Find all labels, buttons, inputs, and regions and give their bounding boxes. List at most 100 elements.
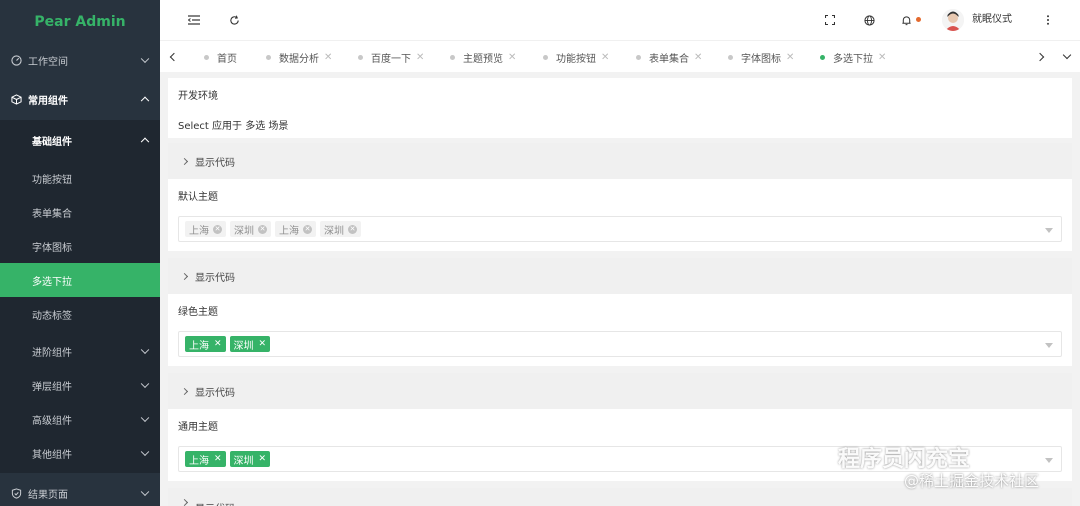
chevron-right-icon: [180, 498, 189, 506]
tab-icons[interactable]: 字体图标 ✕: [728, 41, 794, 73]
chevron-right-icon: [180, 157, 189, 165]
selected-tag: 上海 ✕: [185, 336, 226, 352]
notification-badge: [916, 17, 921, 22]
show-code-toggle[interactable]: 显示代码: [168, 373, 1072, 409]
sidebar-item-forms[interactable]: 表单集合: [0, 196, 160, 228]
dropdown-caret-icon: [1045, 458, 1053, 463]
tab-forms[interactable]: 表单集合 ✕: [636, 41, 702, 73]
default-theme-title: 默认主题: [178, 192, 218, 203]
sidebar-item-label: 表单集合: [32, 208, 72, 220]
fullscreen-button[interactable]: [818, 0, 842, 40]
sidebar-item-label: 其他组件: [32, 449, 72, 461]
chevron-down-icon: [1062, 50, 1072, 60]
sidebar-item-workspace[interactable]: 工作空间: [0, 44, 160, 76]
tag-label: 深圳: [233, 340, 254, 352]
menu-fold-icon: [188, 15, 200, 25]
language-button[interactable]: [857, 0, 881, 40]
chevron-down-icon: [140, 345, 150, 355]
tab-dot: [728, 54, 733, 60]
sidebar-item-other[interactable]: 其他组件: [0, 436, 160, 470]
tab-label: 字体图标: [741, 53, 781, 65]
close-icon[interactable]: ✕: [259, 454, 267, 464]
sidebar-item-label: 功能按钮: [32, 174, 72, 186]
tab-scroll-right-button[interactable]: [1030, 41, 1050, 73]
show-code-label: 显示代码: [195, 272, 235, 284]
bell-icon: [901, 15, 911, 25]
close-icon[interactable]: ✕: [786, 52, 794, 63]
close-icon[interactable]: ✕: [258, 224, 267, 234]
fullscreen-icon: [825, 15, 835, 25]
refresh-button[interactable]: [222, 0, 246, 40]
close-icon[interactable]: ✕: [601, 52, 609, 63]
tab-options-button[interactable]: [1057, 41, 1077, 73]
sidebar-item-buttons[interactable]: 功能按钮: [0, 162, 160, 194]
close-icon[interactable]: ✕: [416, 52, 424, 63]
close-icon[interactable]: ✕: [324, 52, 332, 63]
tag-label: 上海: [279, 225, 299, 237]
chevron-down-icon: [140, 379, 150, 389]
tab-dot: [358, 54, 363, 60]
close-icon[interactable]: ✕: [508, 52, 516, 63]
avatar[interactable]: [942, 9, 964, 31]
sidebar-item-result[interactable]: 结果页面: [0, 477, 160, 506]
globe-icon: [863, 14, 875, 26]
close-icon[interactable]: ✕: [259, 339, 267, 349]
collapse-menu-button[interactable]: [182, 0, 206, 40]
tab-dot: [266, 54, 271, 60]
close-icon[interactable]: ✕: [694, 52, 702, 63]
notification-button[interactable]: [896, 0, 916, 40]
selected-tag: 上海 ✕: [185, 451, 226, 467]
sidebar-item-label: 多选下拉: [32, 276, 72, 288]
chevron-right-icon: [180, 272, 189, 280]
user-name[interactable]: 就眠仪式: [972, 0, 1012, 40]
sidebar-item-common[interactable]: 常用组件: [0, 80, 160, 118]
green-multiselect[interactable]: 上海 ✕ 深圳 ✕: [178, 331, 1062, 357]
selected-tag: 上海 ✕: [275, 221, 316, 237]
default-multiselect[interactable]: 上海 ✕ 深圳 ✕ 上海 ✕ 深圳 ✕: [178, 216, 1062, 242]
sidebar-item-dynamic-tags[interactable]: 动态标签: [0, 298, 160, 330]
tab-scroll-left-button[interactable]: [164, 41, 184, 73]
tab-label: 多选下拉: [833, 53, 873, 65]
tab-multiselect[interactable]: 多选下拉 ✕: [820, 41, 886, 73]
selected-tag: 深圳 ✕: [229, 336, 271, 352]
tag-label: 深圳: [233, 455, 254, 467]
shield-check-icon: [10, 487, 22, 499]
refresh-icon: [229, 15, 239, 25]
close-icon[interactable]: ✕: [303, 224, 312, 234]
sidebar-item-senior[interactable]: 高级组件: [0, 402, 160, 436]
chevron-left-icon: [169, 52, 179, 62]
tab-home[interactable]: 首页: [204, 41, 237, 73]
app-logo: Pear Admin: [0, 0, 160, 44]
selected-tag: 上海 ✕: [185, 221, 226, 237]
green-theme-title: 绿色主题: [178, 307, 218, 318]
sidebar-item-icons[interactable]: 字体图标: [0, 230, 160, 262]
close-icon[interactable]: ✕: [878, 52, 886, 63]
show-code-toggle[interactable]: 显示代码: [168, 143, 1072, 179]
tab-buttons[interactable]: 功能按钮 ✕: [543, 41, 609, 73]
top-header: 就眠仪式: [160, 0, 1080, 40]
tab-dot: [636, 54, 641, 60]
sidebar-item-basic[interactable]: 基础组件: [0, 120, 160, 160]
close-icon[interactable]: ✕: [348, 224, 357, 234]
tab-data-analysis[interactable]: 数据分析 ✕: [266, 41, 332, 73]
tab-label: 百度一下: [371, 53, 411, 65]
more-vertical-icon: [1047, 15, 1049, 25]
sidebar-item-advanced[interactable]: 进阶组件: [0, 334, 160, 368]
tab-theme-preview[interactable]: 主题预览 ✕: [450, 41, 516, 73]
chevron-right-icon: [180, 387, 189, 395]
tag-label: 上海: [189, 225, 209, 237]
close-icon[interactable]: ✕: [214, 454, 222, 464]
sidebar-item-popup[interactable]: 弹层组件: [0, 368, 160, 402]
sidebar-item-multiselect[interactable]: 多选下拉: [0, 263, 160, 297]
sidebar-item-label: 弹层组件: [32, 381, 72, 393]
dropdown-caret-icon: [1045, 228, 1053, 233]
close-icon[interactable]: ✕: [214, 339, 222, 349]
show-code-toggle[interactable]: 显示代码: [168, 258, 1072, 294]
chevron-down-icon: [140, 54, 150, 64]
watermark-subtitle: @稀土掘金技术社区: [904, 472, 1040, 490]
more-options-button[interactable]: [1038, 0, 1058, 40]
sidebar: Pear Admin 工作空间 常用组件 基础组件 功能按钮 表单集合 字体图标…: [0, 0, 160, 506]
chevron-up-icon: [140, 137, 150, 147]
close-icon[interactable]: ✕: [213, 224, 222, 234]
tab-baidu[interactable]: 百度一下 ✕: [358, 41, 424, 73]
